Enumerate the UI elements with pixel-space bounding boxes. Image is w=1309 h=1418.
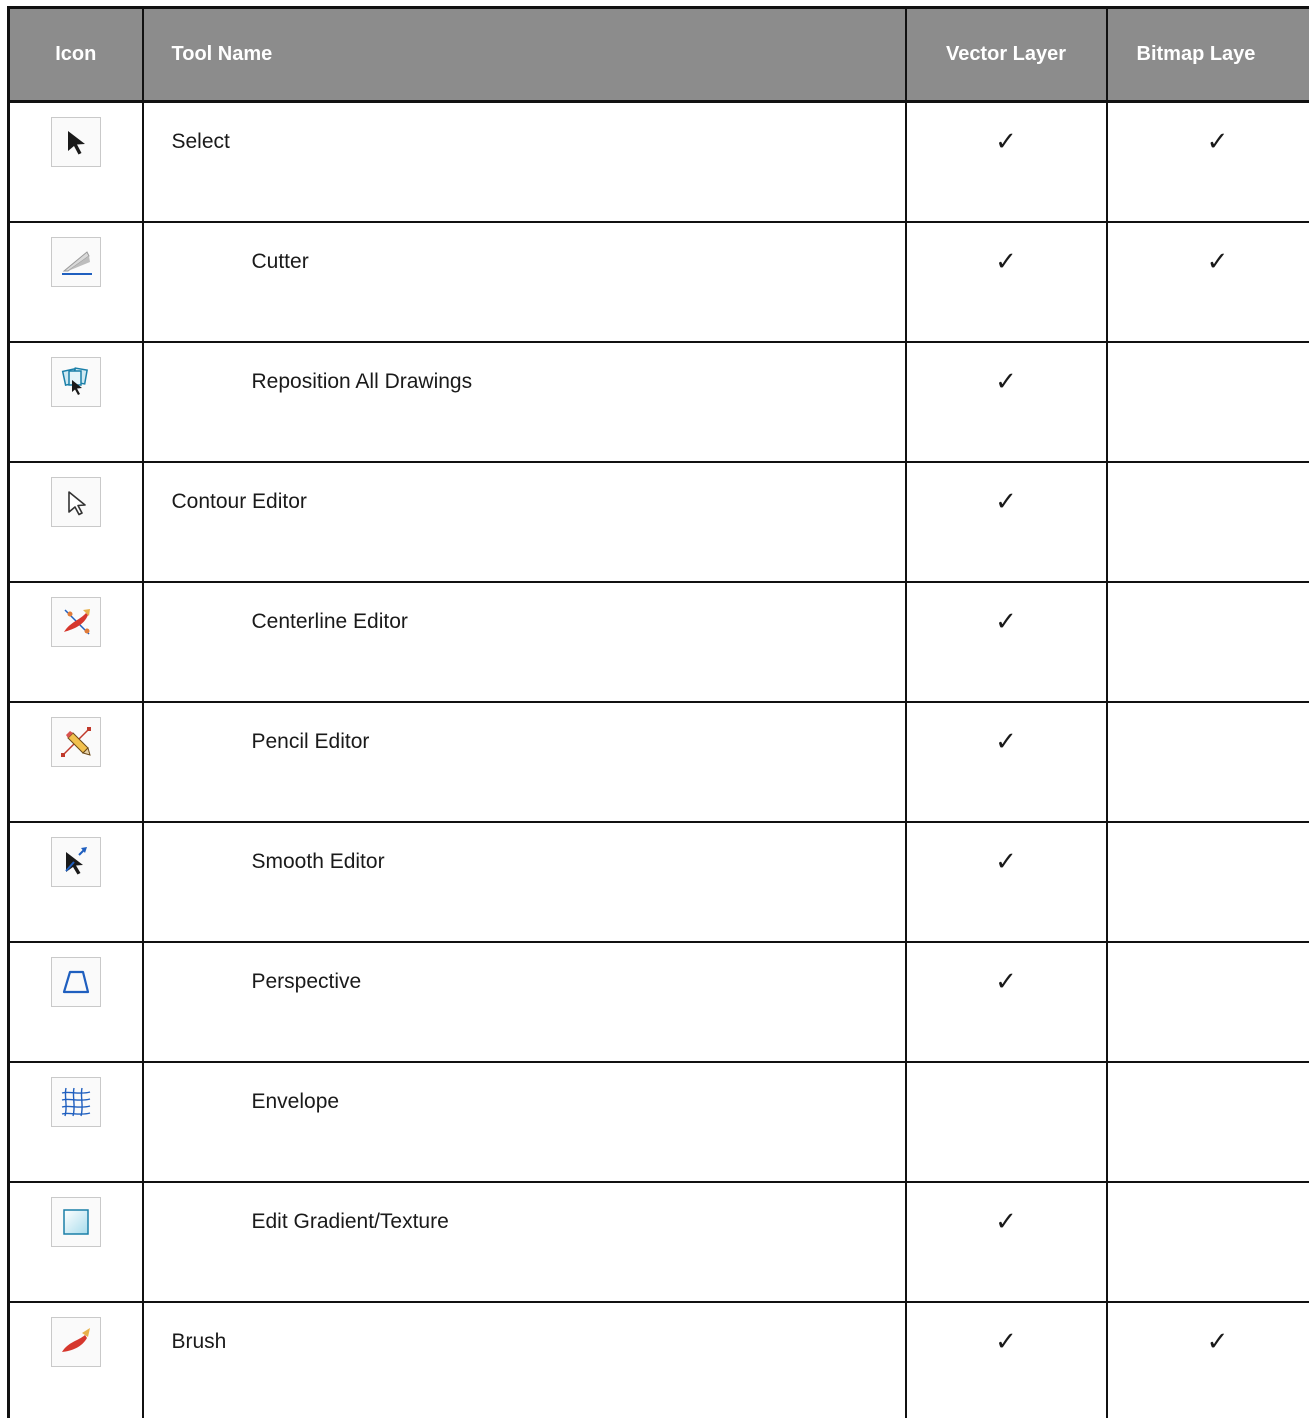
bitmap-layer-cell (1105, 1060, 1309, 1183)
tool-name-cell: Cutter (141, 220, 907, 343)
edit-gradient-texture-icon (50, 1196, 101, 1247)
bitmap-layer-check-mark: ✓ (1206, 126, 1229, 157)
table-row: Reposition All Drawings ✓ (7, 340, 1309, 463)
vector-layer-check-mark: ✓ (995, 846, 1017, 876)
tool-name: Envelope (251, 1089, 340, 1113)
envelope-icon (50, 1076, 101, 1127)
tool-name: Pencil Editor (251, 729, 370, 753)
table-row: Cutter ✓ ✓ (7, 220, 1309, 343)
vector-layer-check-mark: ✓ (995, 126, 1017, 157)
table-row: Brush ✓ ✓ (7, 1300, 1309, 1418)
reposition-all-drawings-icon (50, 356, 101, 407)
vector-layer-cell: ✓ (904, 1180, 1108, 1303)
vector-layer-check-mark: ✓ (995, 1326, 1017, 1356)
vector-layer-cell: ✓ (904, 940, 1108, 1063)
cutter-icon (50, 236, 101, 287)
bitmap-layer-cell: ✓ (1105, 1300, 1309, 1418)
tool-name: Perspective (251, 969, 362, 993)
bitmap-layer-cell (1105, 700, 1309, 823)
tool-name-cell: Reposition All Drawings (141, 340, 907, 463)
vector-layer-check-mark: ✓ (995, 246, 1017, 276)
header-tool-name: Tool Name (141, 6, 907, 103)
icon-cell (7, 820, 144, 943)
tool-name: Brush (171, 1329, 227, 1353)
perspective-icon (50, 956, 101, 1007)
tool-name: Reposition All Drawings (251, 369, 473, 393)
table-row: Perspective ✓ (7, 940, 1309, 1063)
select-arrow-icon (50, 116, 101, 167)
vector-layer-cell (904, 1060, 1108, 1183)
table-row: Edit Gradient/Texture ✓ (7, 1180, 1309, 1303)
vector-layer-check-mark: ✓ (995, 486, 1017, 516)
tool-name-cell: Envelope (141, 1060, 907, 1183)
pencil-editor-icon (50, 716, 101, 767)
bitmap-layer-cell (1105, 1180, 1309, 1303)
icon-cell (7, 940, 144, 1063)
tool-name-cell: Smooth Editor (141, 820, 907, 943)
icon-cell (7, 220, 144, 343)
icon-cell (7, 460, 144, 583)
header-bitmap-layer: Bitmap Laye (1105, 6, 1309, 103)
vector-layer-cell: ✓ (904, 1300, 1108, 1418)
smooth-editor-icon (50, 836, 101, 887)
bitmap-layer-check-mark: ✓ (1206, 1326, 1229, 1356)
bitmap-layer-cell: ✓ (1105, 220, 1309, 343)
vector-layer-cell: ✓ (904, 700, 1108, 823)
vector-layer-check-mark: ✓ (995, 366, 1017, 396)
tool-name-cell: Centerline Editor (141, 580, 907, 703)
icon-cell (7, 340, 144, 463)
table-row: Pencil Editor ✓ (7, 700, 1309, 823)
icon-cell (7, 1300, 144, 1418)
vector-layer-cell: ✓ (904, 580, 1108, 703)
tool-name: Smooth Editor (251, 849, 385, 873)
tool-name-cell: Brush (141, 1300, 907, 1418)
vector-layer-check-mark: ✓ (995, 606, 1017, 636)
vector-layer-check-mark: ✓ (995, 1206, 1017, 1236)
bitmap-layer-cell (1105, 820, 1309, 943)
tool-name: Centerline Editor (251, 609, 408, 633)
tool-name-cell: Edit Gradient/Texture (141, 1180, 907, 1303)
bitmap-layer-cell (1105, 940, 1309, 1063)
bitmap-layer-cell (1105, 580, 1309, 703)
vector-layer-cell: ✓ (904, 340, 1108, 463)
tool-name-cell: Contour Editor (141, 460, 907, 583)
contour-editor-icon (50, 476, 101, 527)
brush-icon (50, 1316, 101, 1367)
bitmap-layer-check-mark: ✓ (1206, 246, 1229, 276)
icon-cell (7, 700, 144, 823)
icon-cell (7, 1180, 144, 1303)
tool-name: Contour Editor (171, 489, 307, 513)
icon-cell (7, 1060, 144, 1183)
tools-table: Icon Tool Name Vector Layer Bitmap Laye … (7, 6, 1309, 1418)
table-row: Contour Editor ✓ (7, 460, 1309, 583)
table-row: Centerline Editor ✓ (7, 580, 1309, 703)
tool-name-cell: Pencil Editor (141, 700, 907, 823)
tool-name-cell: Select (141, 100, 907, 223)
header-vector-layer: Vector Layer (904, 6, 1108, 103)
bitmap-layer-cell (1105, 460, 1309, 583)
tools-table-container: Icon Tool Name Vector Layer Bitmap Laye … (0, 0, 1309, 1418)
tool-name: Cutter (251, 249, 309, 273)
table-row: Envelope (7, 1060, 1309, 1183)
tool-name: Edit Gradient/Texture (251, 1209, 449, 1233)
centerline-editor-icon (50, 596, 101, 647)
vector-layer-cell: ✓ (904, 220, 1108, 343)
vector-layer-check-mark: ✓ (995, 726, 1017, 756)
header-icon: Icon (7, 6, 144, 103)
vector-layer-cell: ✓ (904, 460, 1108, 583)
tool-name-cell: Perspective (141, 940, 907, 1063)
table-row: Select ✓ ✓ (7, 100, 1309, 223)
vector-layer-check-mark: ✓ (995, 966, 1017, 996)
tool-name: Select (171, 129, 230, 153)
vector-layer-cell: ✓ (904, 100, 1108, 223)
icon-cell (7, 100, 144, 223)
vector-layer-cell: ✓ (904, 820, 1108, 943)
bitmap-layer-cell (1105, 340, 1309, 463)
table-row: Smooth Editor ✓ (7, 820, 1309, 943)
table-header-row: Icon Tool Name Vector Layer Bitmap Laye (7, 6, 1309, 103)
bitmap-layer-cell: ✓ (1105, 100, 1309, 223)
icon-cell (7, 580, 144, 703)
